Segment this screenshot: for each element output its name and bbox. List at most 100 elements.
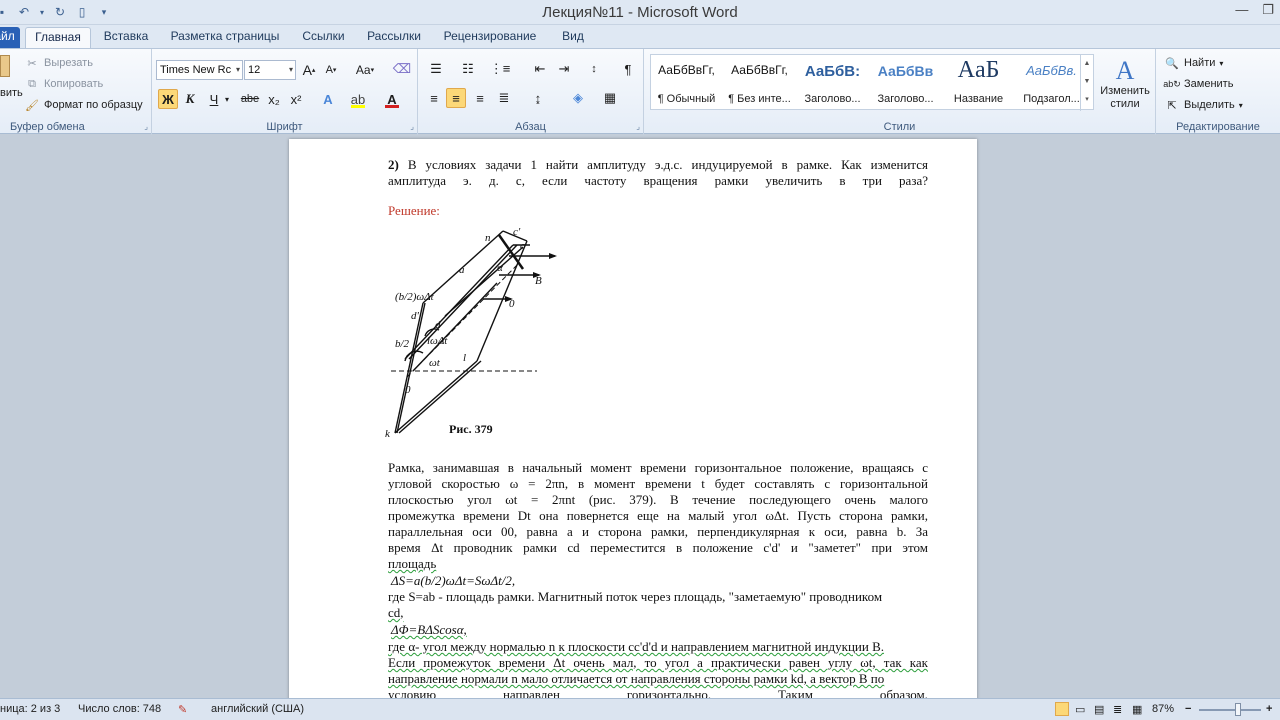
zoom-in-icon[interactable]: + bbox=[1266, 703, 1272, 715]
fig-label-c: c bbox=[520, 240, 525, 252]
fig-label-l: l bbox=[463, 352, 466, 364]
restore-icon[interactable]: ❐ bbox=[1262, 2, 1274, 18]
change-styles-button[interactable]: A Изменить стили bbox=[1098, 57, 1152, 111]
cut-button[interactable]: ✂ Вырезать bbox=[24, 55, 93, 71]
clear-formatting-icon[interactable]: ⌫ bbox=[392, 59, 412, 79]
shading-icon[interactable]: ◈ bbox=[568, 88, 588, 108]
increase-indent-icon[interactable]: ⇥ bbox=[554, 59, 574, 79]
zoom-level[interactable]: 87% bbox=[1152, 703, 1174, 715]
word-count[interactable]: Число слов: 748 bbox=[78, 703, 161, 715]
print-layout-icon[interactable] bbox=[1055, 702, 1069, 716]
decrease-indent-icon[interactable]: ⇤ bbox=[530, 59, 550, 79]
justify-icon[interactable]: ≣ bbox=[494, 88, 514, 108]
style-normal[interactable]: АаБбВвГг, ¶ Обычный bbox=[651, 55, 722, 111]
format-painter-button[interactable]: 🖌 Формат по образцу bbox=[24, 97, 143, 113]
font-size-combo[interactable]: 12 ▾ bbox=[244, 60, 296, 80]
formula-1: ΔS=a(b/2)ωΔt=SωΔt/2, bbox=[391, 573, 516, 588]
change-styles-icon: A bbox=[1115, 56, 1135, 85]
shrink-font-button[interactable]: A ▾ bbox=[321, 60, 341, 80]
sort-icon[interactable]: ↕ bbox=[584, 59, 604, 79]
bold-button[interactable]: Ж bbox=[158, 89, 178, 109]
bullets-icon[interactable]: ☰ bbox=[426, 59, 446, 79]
numbering-icon[interactable]: ☷ bbox=[458, 59, 478, 79]
replace-button[interactable]: ab↻ Заменить bbox=[1163, 76, 1233, 92]
document-area[interactable]: 2) В условиях задачи 1 найти амплитуду э… bbox=[0, 135, 1280, 698]
outline-icon[interactable]: ≣ bbox=[1113, 703, 1122, 716]
tab-file[interactable]: Файл bbox=[0, 27, 20, 48]
zoom-slider-thumb[interactable] bbox=[1235, 703, 1241, 716]
change-case-button[interactable]: Aa ▾ bbox=[352, 60, 378, 80]
strikethrough-button[interactable]: abe bbox=[238, 89, 262, 109]
style-heading-1[interactable]: АаБбВ: Заголово... bbox=[797, 55, 868, 111]
task-text-line2: амплитуда э. д. с, если частоту вращения… bbox=[388, 173, 928, 188]
borders-icon[interactable]: ▦ bbox=[600, 88, 620, 108]
zoom-out-icon[interactable]: − bbox=[1185, 703, 1191, 715]
subscript-button[interactable]: x₂ bbox=[264, 89, 284, 109]
fig-label-l-dt: lωΔt bbox=[427, 335, 448, 347]
font-color-icon[interactable]: A bbox=[382, 89, 402, 109]
paste-icon[interactable] bbox=[0, 55, 10, 77]
select-button[interactable]: ⇱ Выделить ▾ bbox=[1164, 97, 1242, 113]
multilevel-list-icon[interactable]: ⋮≡ bbox=[490, 59, 511, 79]
clipboard-launcher-icon[interactable]: ⌟ bbox=[144, 122, 148, 131]
align-left-icon[interactable]: ≡ bbox=[424, 88, 444, 108]
tab-view[interactable]: Вид bbox=[554, 27, 592, 48]
figure-caption: Рис. 379 bbox=[449, 422, 493, 436]
editing-group-label: Редактирование bbox=[1176, 121, 1260, 133]
draft-icon[interactable]: ▦ bbox=[1132, 703, 1142, 716]
superscript-button[interactable]: x² bbox=[286, 89, 306, 109]
find-button[interactable]: 🔍 Найти ▾ bbox=[1164, 55, 1223, 71]
tab-page-layout[interactable]: Разметка страницы bbox=[165, 27, 285, 48]
text-effects-icon[interactable]: A bbox=[318, 89, 338, 109]
paragraph-group-label: Абзац bbox=[515, 121, 546, 133]
fig-label-zero-top: 0 bbox=[509, 298, 515, 310]
fig-label-k: k bbox=[385, 428, 391, 440]
style-title[interactable]: AaБ Название bbox=[943, 55, 1014, 111]
line-spacing-icon[interactable]: ↨ bbox=[528, 88, 548, 108]
style-heading-2[interactable]: АаБбВв Заголово... bbox=[870, 55, 941, 111]
tab-mailings[interactable]: Рассылки bbox=[362, 27, 426, 48]
zoom-slider[interactable] bbox=[1199, 709, 1261, 711]
ribbon: вить ✂ Вырезать ⧉ Копировать 🖌 Формат по об… bbox=[0, 48, 1280, 135]
full-screen-icon[interactable]: ▭ bbox=[1075, 703, 1085, 716]
tab-references[interactable]: Ссылки bbox=[296, 27, 351, 48]
copy-button[interactable]: ⧉ Копировать bbox=[24, 76, 103, 92]
font-family-combo[interactable]: Times New Rc ▾ bbox=[156, 60, 243, 80]
web-layout-icon[interactable]: ▤ bbox=[1094, 703, 1104, 716]
replace-icon: ab↻ bbox=[1163, 78, 1181, 89]
italic-button[interactable]: К bbox=[180, 89, 200, 109]
show-marks-icon[interactable]: ¶ bbox=[618, 59, 638, 79]
align-right-icon[interactable]: ≡ bbox=[470, 88, 490, 108]
fig-label-d-prime: d' bbox=[411, 310, 420, 322]
underline-button[interactable]: Ч bbox=[204, 89, 224, 109]
grow-font-button[interactable]: A ▴ bbox=[299, 60, 319, 80]
highlight-icon[interactable]: ab bbox=[348, 89, 368, 109]
underline-dropdown-icon[interactable]: ▾ bbox=[222, 89, 232, 109]
align-center-icon[interactable]: ≡ bbox=[446, 88, 466, 108]
tab-review[interactable]: Рецензирование bbox=[438, 27, 542, 48]
minimize-icon[interactable]: — bbox=[1235, 2, 1248, 18]
ribbon-tabs: Файл Главная Вставка Разметка страницы С… bbox=[0, 25, 1280, 48]
paragraph-launcher-icon[interactable]: ⌟ bbox=[636, 122, 640, 131]
clipboard-group-label: Буфер обмена bbox=[10, 121, 85, 133]
font-group-label: Шрифт bbox=[266, 121, 303, 133]
fig-label-n: n bbox=[485, 232, 491, 244]
fig-label-b2: b/2 bbox=[395, 338, 410, 350]
language[interactable]: английский (США) bbox=[211, 703, 304, 715]
style-no-spacing[interactable]: АаБбВвГг, ¶ Без инте... bbox=[724, 55, 795, 111]
styles-scroll[interactable]: ▲ ▼ ▾ bbox=[1080, 55, 1093, 111]
para-line-4: промежутка времени Dt она повернется еще… bbox=[388, 508, 928, 523]
font-launcher-icon[interactable]: ⌟ bbox=[410, 122, 414, 131]
page-count[interactable]: ница: 2 из 3 bbox=[0, 703, 60, 715]
document-page[interactable]: 2) В условиях задачи 1 найти амплитуду э… bbox=[289, 139, 977, 698]
styles-group-label: Стили bbox=[883, 121, 916, 133]
proofing-icon[interactable]: ✎ bbox=[178, 703, 187, 716]
tail-line-3: направление нормали n мало отличается от… bbox=[388, 671, 885, 686]
tab-home[interactable]: Главная bbox=[25, 27, 91, 48]
style-subtitle[interactable]: АаБбВв. Подзагол... bbox=[1016, 55, 1087, 111]
para-line-7: площадь bbox=[388, 556, 437, 571]
tab-insert[interactable]: Вставка bbox=[98, 27, 154, 48]
copy-icon: ⧉ bbox=[28, 77, 36, 90]
window-title: Лекция№11 - Microsoft Word bbox=[542, 4, 738, 21]
paste-button[interactable]: вить bbox=[0, 87, 23, 99]
